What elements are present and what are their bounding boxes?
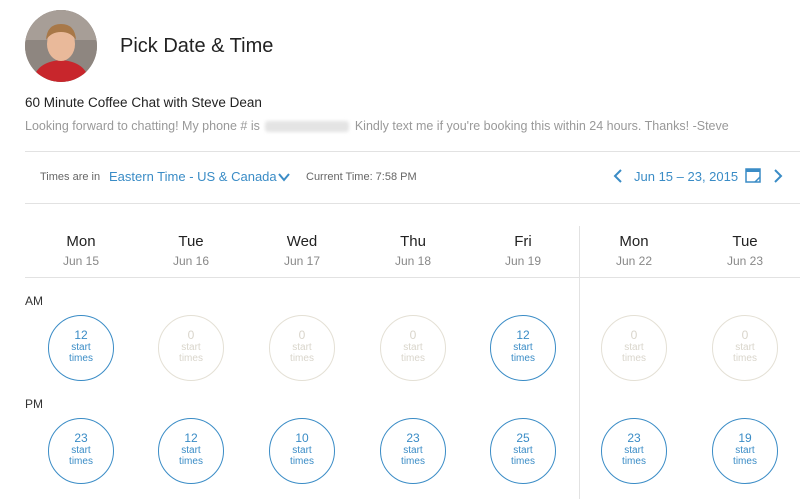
slot-count: 23 bbox=[406, 431, 420, 445]
slot-count: 23 bbox=[627, 431, 641, 445]
slot-unit: start bbox=[292, 342, 312, 353]
slot-unit: start bbox=[403, 445, 423, 456]
day-date: Jun 15 bbox=[62, 254, 100, 268]
slot-unit: start bbox=[181, 445, 201, 456]
divider bbox=[25, 277, 800, 278]
slot-unit: start bbox=[292, 445, 312, 456]
day-date: Jun 16 bbox=[172, 254, 210, 268]
slot-count: 10 bbox=[295, 431, 309, 445]
day-header: Wed Jun 17 bbox=[247, 233, 357, 268]
am-slot-button: 0 start times bbox=[601, 315, 667, 381]
am-slot-button[interactable]: 12 start times bbox=[490, 315, 556, 381]
slot-unit: times bbox=[401, 353, 425, 364]
slot-count: 0 bbox=[630, 328, 638, 342]
day-header: Fri Jun 19 bbox=[468, 233, 578, 268]
day-date: Jun 17 bbox=[283, 254, 321, 268]
slot-count: 0 bbox=[409, 328, 417, 342]
day-header: Tue Jun 23 bbox=[690, 233, 800, 268]
am-slot-button[interactable]: 12 start times bbox=[48, 315, 114, 381]
slot-count: 0 bbox=[741, 328, 749, 342]
redacted-phone-number bbox=[265, 121, 350, 133]
slot-unit: times bbox=[733, 353, 757, 364]
timezone-bar: Times are in Eastern Time - US & Canada … bbox=[0, 151, 800, 203]
slot-unit: times bbox=[733, 456, 757, 467]
am-slot-button: 0 start times bbox=[269, 315, 335, 381]
slot-unit: start bbox=[624, 342, 644, 353]
day-header: Tue Jun 16 bbox=[136, 233, 246, 268]
pm-slot-button[interactable]: 23 start times bbox=[48, 418, 114, 484]
day-name: Wed bbox=[286, 233, 318, 250]
timezone-select[interactable]: Eastern Time - US & Canada bbox=[109, 169, 277, 184]
slot-unit: times bbox=[290, 353, 314, 364]
slot-count: 0 bbox=[187, 328, 195, 342]
avatar bbox=[25, 10, 97, 82]
slot-count: 12 bbox=[516, 328, 530, 342]
slot-unit: start bbox=[513, 445, 533, 456]
slot-unit: times bbox=[179, 456, 203, 467]
slot-unit: start bbox=[181, 342, 201, 353]
day-name: Tue bbox=[732, 233, 758, 250]
event-description-start: Looking forward to chatting! My phone # … bbox=[25, 119, 260, 133]
calendar-icon[interactable] bbox=[745, 167, 761, 183]
slot-unit: times bbox=[179, 353, 203, 364]
divider bbox=[25, 203, 800, 204]
slot-unit: start bbox=[624, 445, 644, 456]
day-header: Thu Jun 18 bbox=[358, 233, 468, 268]
am-label: AM bbox=[25, 294, 43, 308]
am-slot-button: 0 start times bbox=[712, 315, 778, 381]
slot-unit: start bbox=[71, 445, 91, 456]
am-slot-button: 0 start times bbox=[158, 315, 224, 381]
day-date: Jun 18 bbox=[394, 254, 432, 268]
day-name: Thu bbox=[400, 233, 426, 250]
pm-slot-button[interactable]: 12 start times bbox=[158, 418, 224, 484]
day-date: Jun 19 bbox=[504, 254, 542, 268]
slot-unit: times bbox=[622, 353, 646, 364]
slot-unit: start bbox=[71, 342, 91, 353]
event-description-end: Kindly text me if you're booking this wi… bbox=[354, 119, 729, 133]
day-date: Jun 23 bbox=[726, 254, 764, 268]
header: Pick Date & Time bbox=[0, 0, 800, 90]
pm-slot-button[interactable]: 19 start times bbox=[712, 418, 778, 484]
day-header: Mon Jun 22 bbox=[579, 233, 689, 268]
slot-count: 23 bbox=[74, 431, 88, 445]
date-range[interactable]: Jun 15 – 23, 2015 bbox=[634, 169, 738, 184]
slot-count: 12 bbox=[74, 328, 88, 342]
page-title: Pick Date & Time bbox=[120, 35, 274, 57]
chevron-left-icon[interactable] bbox=[612, 168, 624, 184]
timezone-label: Times are in bbox=[40, 171, 101, 183]
slot-unit: start bbox=[403, 342, 423, 353]
slot-unit: times bbox=[511, 456, 535, 467]
day-name: Fri bbox=[514, 233, 532, 250]
slot-unit: times bbox=[290, 456, 314, 467]
event-description: Looking forward to chatting! My phone # … bbox=[25, 119, 729, 133]
pm-label: PM bbox=[25, 397, 43, 411]
day-name: Mon bbox=[66, 233, 96, 250]
day-date: Jun 22 bbox=[615, 254, 653, 268]
slot-unit: start bbox=[735, 342, 755, 353]
slot-unit: times bbox=[511, 353, 535, 364]
event-name: 60 Minute Coffee Chat with Steve Dean bbox=[25, 95, 262, 110]
slot-unit: times bbox=[69, 353, 93, 364]
pm-slot-button[interactable]: 23 start times bbox=[601, 418, 667, 484]
pm-slot-button[interactable]: 10 start times bbox=[269, 418, 335, 484]
day-name: Mon bbox=[619, 233, 649, 250]
chevron-right-icon[interactable] bbox=[772, 168, 784, 184]
slot-count: 25 bbox=[516, 431, 530, 445]
day-header: Mon Jun 15 bbox=[26, 233, 136, 268]
slot-unit: start bbox=[513, 342, 533, 353]
day-name: Tue bbox=[178, 233, 204, 250]
chevron-down-icon[interactable] bbox=[277, 170, 291, 184]
am-slot-button: 0 start times bbox=[380, 315, 446, 381]
pm-slot-button[interactable]: 23 start times bbox=[380, 418, 446, 484]
pm-slot-button[interactable]: 25 start times bbox=[490, 418, 556, 484]
slot-unit: times bbox=[69, 456, 93, 467]
current-time: Current Time: 7:58 PM bbox=[306, 171, 417, 183]
slot-unit: times bbox=[622, 456, 646, 467]
slot-count: 19 bbox=[738, 431, 752, 445]
slot-count: 0 bbox=[298, 328, 306, 342]
slot-unit: start bbox=[735, 445, 755, 456]
slot-count: 12 bbox=[184, 431, 198, 445]
slot-unit: times bbox=[401, 456, 425, 467]
